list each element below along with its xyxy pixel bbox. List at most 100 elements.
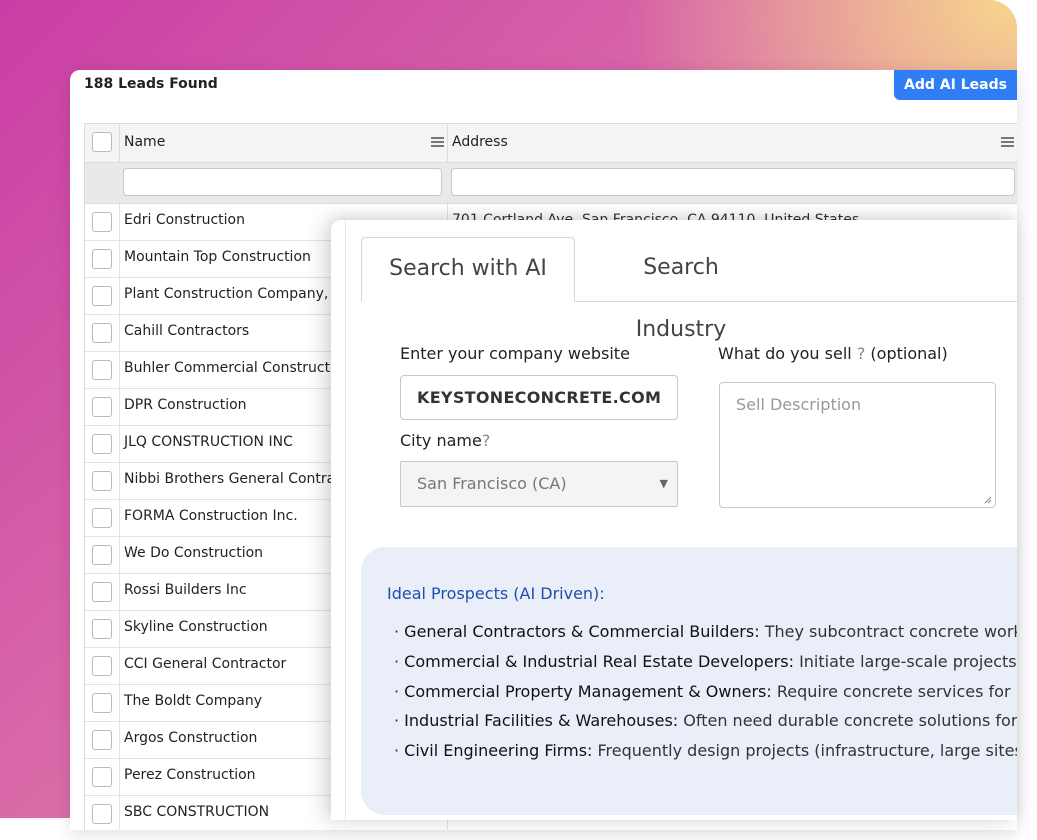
- row-checkbox[interactable]: [92, 656, 112, 676]
- row-checkbox[interactable]: [92, 693, 112, 713]
- tab-bar: Search with AI Search Industry: [361, 237, 1017, 342]
- prospect-desc: Initiate large-scale projects (e.: [799, 652, 1017, 671]
- address-filter-input[interactable]: [451, 168, 1015, 196]
- prospect-item: · Commercial & Industrial Real Estate De…: [394, 652, 1017, 671]
- tab-search-industry[interactable]: Search Industry: [599, 237, 763, 342]
- row-check-cell: [85, 611, 120, 647]
- prospect-title: Civil Engineering Firms:: [404, 741, 593, 760]
- row-check-cell: [85, 796, 120, 830]
- city-value: San Francisco (CA): [417, 474, 567, 493]
- row-check-cell: [85, 352, 120, 388]
- prospect-title: Commercial Property Management & Owners:: [404, 682, 772, 701]
- prospect-desc: Often need durable concrete solutions fo…: [683, 711, 1017, 730]
- modal-divider: [345, 220, 346, 820]
- row-checkbox[interactable]: [92, 804, 112, 824]
- row-checkbox[interactable]: [92, 397, 112, 417]
- website-label: Enter your company website: [400, 344, 630, 363]
- row-check-cell: [85, 648, 120, 684]
- prospect-desc: They subcontract concrete work fo: [764, 622, 1017, 641]
- sell-placeholder: Sell Description: [736, 395, 862, 414]
- row-checkbox[interactable]: [92, 323, 112, 343]
- lead-name: DPR Construction: [124, 397, 247, 413]
- lead-name: Skyline Construction: [124, 619, 268, 635]
- city-label-text: City name: [400, 431, 482, 450]
- prospect-title: General Contractors & Commercial Builder…: [404, 622, 760, 641]
- lead-name: JLQ CONSTRUCTION INC: [124, 434, 293, 450]
- lead-name: SBC CONSTRUCTION: [124, 804, 270, 820]
- sell-description-textarea[interactable]: Sell Description: [719, 382, 996, 508]
- ideal-prospects-panel: Ideal Prospects (AI Driven): · General C…: [361, 547, 1017, 815]
- row-checkbox[interactable]: [92, 471, 112, 491]
- sell-help-icon[interactable]: ?: [857, 344, 866, 363]
- row-check-cell: [85, 204, 120, 240]
- row-check-cell: [85, 722, 120, 758]
- row-checkbox[interactable]: [92, 545, 112, 565]
- resize-grip-icon[interactable]: [984, 496, 992, 504]
- address-column-label: Address: [452, 134, 508, 150]
- lead-name: FORMA Construction Inc.: [124, 508, 298, 524]
- prospect-title: Industrial Facilities & Warehouses:: [404, 711, 679, 730]
- tab-search-with-ai[interactable]: Search with AI: [361, 237, 575, 302]
- city-help-icon[interactable]: ?: [482, 431, 491, 450]
- city-select[interactable]: San Francisco (CA) ▼: [400, 461, 678, 507]
- column-menu-icon[interactable]: [1001, 137, 1014, 149]
- lead-name: Mountain Top Construction: [124, 249, 311, 265]
- row-check-cell: [85, 463, 120, 499]
- address-column-header[interactable]: Address: [448, 124, 1017, 162]
- lead-name: Perez Construction: [124, 767, 256, 783]
- row-check-cell: [85, 574, 120, 610]
- add-ai-leads-button[interactable]: Add AI Leads: [894, 70, 1017, 100]
- row-check-cell: [85, 278, 120, 314]
- lead-name: Argos Construction: [124, 730, 258, 746]
- prospect-title: Commercial & Industrial Real Estate Deve…: [404, 652, 794, 671]
- prospect-item: · Industrial Facilities & Warehouses: Of…: [394, 711, 1017, 730]
- row-check-cell: [85, 685, 120, 721]
- prospect-item: · General Contractors & Commercial Build…: [394, 622, 1017, 641]
- prospect-item: · Civil Engineering Firms: Frequently de…: [394, 741, 1017, 760]
- row-checkbox[interactable]: [92, 434, 112, 454]
- sell-label-text: What do you sell: [718, 344, 852, 363]
- lead-name: Plant Construction Company, L.P.: [124, 286, 356, 302]
- row-check-cell: [85, 426, 120, 462]
- row-checkbox[interactable]: [92, 619, 112, 639]
- row-check-cell: [85, 389, 120, 425]
- prospect-item: · Commercial Property Management & Owner…: [394, 682, 1017, 701]
- row-check-cell: [85, 500, 120, 536]
- sell-label-optional: (optional): [870, 344, 948, 363]
- prospect-desc: Require concrete services for ma: [776, 682, 1017, 701]
- prospect-desc: Frequently design projects (infrastructu…: [597, 741, 1017, 760]
- column-menu-icon[interactable]: [431, 137, 444, 149]
- row-checkbox[interactable]: [92, 249, 112, 269]
- table-header: Name Address: [84, 123, 1017, 163]
- header-check-cell: [85, 124, 120, 162]
- row-checkbox[interactable]: [92, 212, 112, 232]
- row-checkbox[interactable]: [92, 508, 112, 528]
- row-check-cell: [85, 241, 120, 277]
- lead-name: Buhler Commercial Construction: [124, 360, 352, 376]
- name-filter-input[interactable]: [123, 168, 442, 196]
- filter-row: [84, 163, 1017, 204]
- website-input[interactable]: KEYSTONECONCRETE.COM: [400, 375, 678, 420]
- name-column-header[interactable]: Name: [120, 124, 448, 162]
- row-check-cell: [85, 315, 120, 351]
- lead-name: Rossi Builders Inc: [124, 582, 247, 598]
- row-checkbox[interactable]: [92, 767, 112, 787]
- prospects-title: Ideal Prospects (AI Driven):: [387, 584, 605, 603]
- leads-count: 188 Leads Found: [84, 76, 218, 92]
- row-check-cell: [85, 537, 120, 573]
- row-checkbox[interactable]: [92, 582, 112, 602]
- lead-name: Cahill Contractors: [124, 323, 250, 339]
- row-check-cell: [85, 759, 120, 795]
- city-label: City name?: [400, 431, 490, 450]
- row-checkbox[interactable]: [92, 286, 112, 306]
- select-all-checkbox[interactable]: [92, 132, 112, 152]
- lead-name: Edri Construction: [124, 212, 245, 228]
- lead-name: CCI General Contractor: [124, 656, 287, 672]
- row-checkbox[interactable]: [92, 360, 112, 380]
- name-column-label: Name: [124, 134, 166, 150]
- lead-name: The Boldt Company: [124, 693, 262, 709]
- dropdown-caret-icon: ▼: [659, 477, 668, 490]
- row-checkbox[interactable]: [92, 730, 112, 750]
- sell-label: What do you sell ? (optional): [718, 344, 948, 363]
- ai-search-modal: Search with AI Search Industry Enter you…: [331, 220, 1017, 820]
